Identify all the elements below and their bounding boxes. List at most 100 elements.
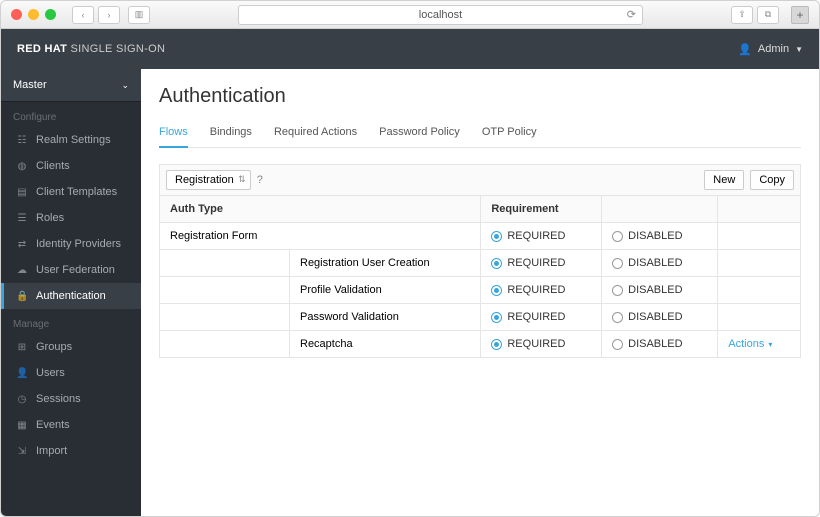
group-icon: ⊞ bbox=[16, 342, 28, 353]
sidebar-item-groups[interactable]: ⊞Groups bbox=[1, 334, 141, 360]
url-text: localhost bbox=[419, 9, 462, 21]
requirement-cell[interactable]: REQUIRED bbox=[481, 277, 602, 304]
sidebar-item-events[interactable]: ▦Events bbox=[1, 412, 141, 438]
requirement-cell[interactable]: REQUIRED bbox=[481, 304, 602, 331]
tab-password-policy[interactable]: Password Policy bbox=[379, 118, 460, 148]
copy-button[interactable]: Copy bbox=[750, 170, 794, 190]
disabled-cell[interactable]: DISABLED bbox=[602, 277, 718, 304]
indent-cell bbox=[160, 304, 290, 331]
sidebar-item-users[interactable]: 👤Users bbox=[1, 360, 141, 386]
sidebar-item-import[interactable]: ⇲Import bbox=[1, 438, 141, 464]
link-icon: ⇄ bbox=[16, 239, 28, 250]
sidebar-toggle-button[interactable]: ▥ bbox=[128, 6, 150, 24]
sidebar-item-authentication[interactable]: 🔒Authentication bbox=[1, 283, 141, 309]
sidebar-section-manage: Manage bbox=[1, 309, 141, 334]
realm-selector[interactable]: Master ⌄ bbox=[1, 69, 141, 102]
radio-required-icon[interactable] bbox=[491, 231, 502, 242]
disabled-cell[interactable]: DISABLED bbox=[602, 331, 718, 358]
indent-cell bbox=[160, 277, 290, 304]
federation-icon: ☁ bbox=[16, 265, 28, 276]
lock-icon: 🔒 bbox=[16, 291, 28, 302]
sidebar-item-user-federation[interactable]: ☁User Federation bbox=[1, 257, 141, 283]
template-icon: ▤ bbox=[16, 187, 28, 198]
table-row: Profile Validation REQUIRED DISABLED bbox=[160, 277, 801, 304]
tab-flows[interactable]: Flows bbox=[159, 118, 188, 148]
import-icon: ⇲ bbox=[16, 446, 28, 457]
indent-cell bbox=[160, 331, 290, 358]
disabled-cell[interactable]: DISABLED bbox=[602, 223, 718, 250]
back-button[interactable]: ‹ bbox=[72, 6, 94, 24]
actions-cell[interactable]: Actions▾ bbox=[718, 331, 801, 358]
page-title: Authentication bbox=[159, 85, 801, 108]
radio-disabled-icon[interactable] bbox=[612, 312, 623, 323]
realm-name: Master bbox=[13, 79, 47, 91]
share-button[interactable]: ⇪ bbox=[731, 6, 753, 24]
sidebar-item-client-templates[interactable]: ▤Client Templates bbox=[1, 179, 141, 205]
minimize-icon[interactable] bbox=[28, 9, 39, 20]
main-content: Authentication Flows Bindings Required A… bbox=[141, 69, 819, 516]
reload-icon[interactable]: ⟳ bbox=[627, 8, 636, 21]
user-label: Admin bbox=[758, 43, 789, 55]
radio-disabled-icon[interactable] bbox=[612, 258, 623, 269]
sidebar-item-identity-providers[interactable]: ⇄Identity Providers bbox=[1, 231, 141, 257]
help-icon[interactable]: ? bbox=[257, 174, 263, 186]
chevron-down-icon: ⌄ bbox=[121, 80, 129, 91]
url-bar[interactable]: localhost ⟳ bbox=[238, 5, 643, 25]
chevron-down-icon: ▼ bbox=[795, 45, 803, 54]
close-icon[interactable] bbox=[11, 9, 22, 20]
disabled-cell[interactable]: DISABLED bbox=[602, 250, 718, 277]
col-auth-type: Auth Type bbox=[160, 196, 481, 223]
sidebar-item-clients[interactable]: ◍Clients bbox=[1, 153, 141, 179]
auth-type-cell: Registration User Creation bbox=[290, 250, 481, 277]
flow-select[interactable]: Registration bbox=[166, 170, 251, 190]
actions-cell bbox=[718, 250, 801, 277]
calendar-icon: ▦ bbox=[16, 420, 28, 431]
radio-disabled-icon[interactable] bbox=[612, 339, 623, 350]
browser-window: ‹ › ▥ localhost ⟳ ⇪ ⧉ + RED HAT SINGLE S… bbox=[0, 0, 820, 517]
sidebar: Master ⌄ Configure ☷Realm Settings ◍Clie… bbox=[1, 69, 141, 516]
sidebar-item-roles[interactable]: ☰Roles bbox=[1, 205, 141, 231]
zoom-icon[interactable] bbox=[45, 9, 56, 20]
flow-table: Auth Type Requirement Registration Form … bbox=[159, 196, 801, 358]
sidebar-section-configure: Configure bbox=[1, 102, 141, 127]
actions-cell bbox=[718, 223, 801, 250]
requirement-cell[interactable]: REQUIRED bbox=[481, 331, 602, 358]
user-menu[interactable]: 👤 Admin ▼ bbox=[738, 43, 803, 56]
app-topbar: RED HAT SINGLE SIGN-ON 👤 Admin ▼ bbox=[1, 29, 819, 69]
forward-button[interactable]: › bbox=[98, 6, 120, 24]
radio-required-icon[interactable] bbox=[491, 339, 502, 350]
col-actions bbox=[718, 196, 801, 223]
sidebar-item-realm-settings[interactable]: ☷Realm Settings bbox=[1, 127, 141, 153]
brand: RED HAT SINGLE SIGN-ON bbox=[17, 43, 165, 55]
table-row: Recaptcha REQUIRED DISABLED Actions▾ bbox=[160, 331, 801, 358]
disabled-cell[interactable]: DISABLED bbox=[602, 304, 718, 331]
new-button[interactable]: New bbox=[704, 170, 744, 190]
brand-thin: SINGLE SIGN-ON bbox=[71, 43, 166, 55]
sidebar-item-sessions[interactable]: ◷Sessions bbox=[1, 386, 141, 412]
table-row: Registration Form REQUIRED DISABLED bbox=[160, 223, 801, 250]
tabs-button[interactable]: ⧉ bbox=[757, 6, 779, 24]
requirement-cell[interactable]: REQUIRED bbox=[481, 223, 602, 250]
tab-bindings[interactable]: Bindings bbox=[210, 118, 252, 148]
actions-cell bbox=[718, 304, 801, 331]
requirement-cell[interactable]: REQUIRED bbox=[481, 250, 602, 277]
radio-disabled-icon[interactable] bbox=[612, 231, 623, 242]
tab-required-actions[interactable]: Required Actions bbox=[274, 118, 357, 148]
new-tab-button[interactable]: + bbox=[791, 6, 809, 24]
radio-disabled-icon[interactable] bbox=[612, 285, 623, 296]
auth-type-cell: Registration Form bbox=[160, 223, 481, 250]
user-icon: 👤 bbox=[16, 368, 28, 379]
actions-cell bbox=[718, 277, 801, 304]
sliders-icon: ☷ bbox=[16, 135, 28, 146]
titlebar: ‹ › ▥ localhost ⟳ ⇪ ⧉ + bbox=[1, 1, 819, 29]
auth-type-cell: Recaptcha bbox=[290, 331, 481, 358]
radio-required-icon[interactable] bbox=[491, 285, 502, 296]
col-disabled bbox=[602, 196, 718, 223]
tabs: Flows Bindings Required Actions Password… bbox=[159, 118, 801, 148]
radio-required-icon[interactable] bbox=[491, 312, 502, 323]
radio-required-icon[interactable] bbox=[491, 258, 502, 269]
clock-icon: ◷ bbox=[16, 394, 28, 405]
actions-dropdown[interactable]: Actions▾ bbox=[728, 338, 790, 350]
tab-otp-policy[interactable]: OTP Policy bbox=[482, 118, 537, 148]
chevron-down-icon: ▾ bbox=[768, 340, 772, 349]
